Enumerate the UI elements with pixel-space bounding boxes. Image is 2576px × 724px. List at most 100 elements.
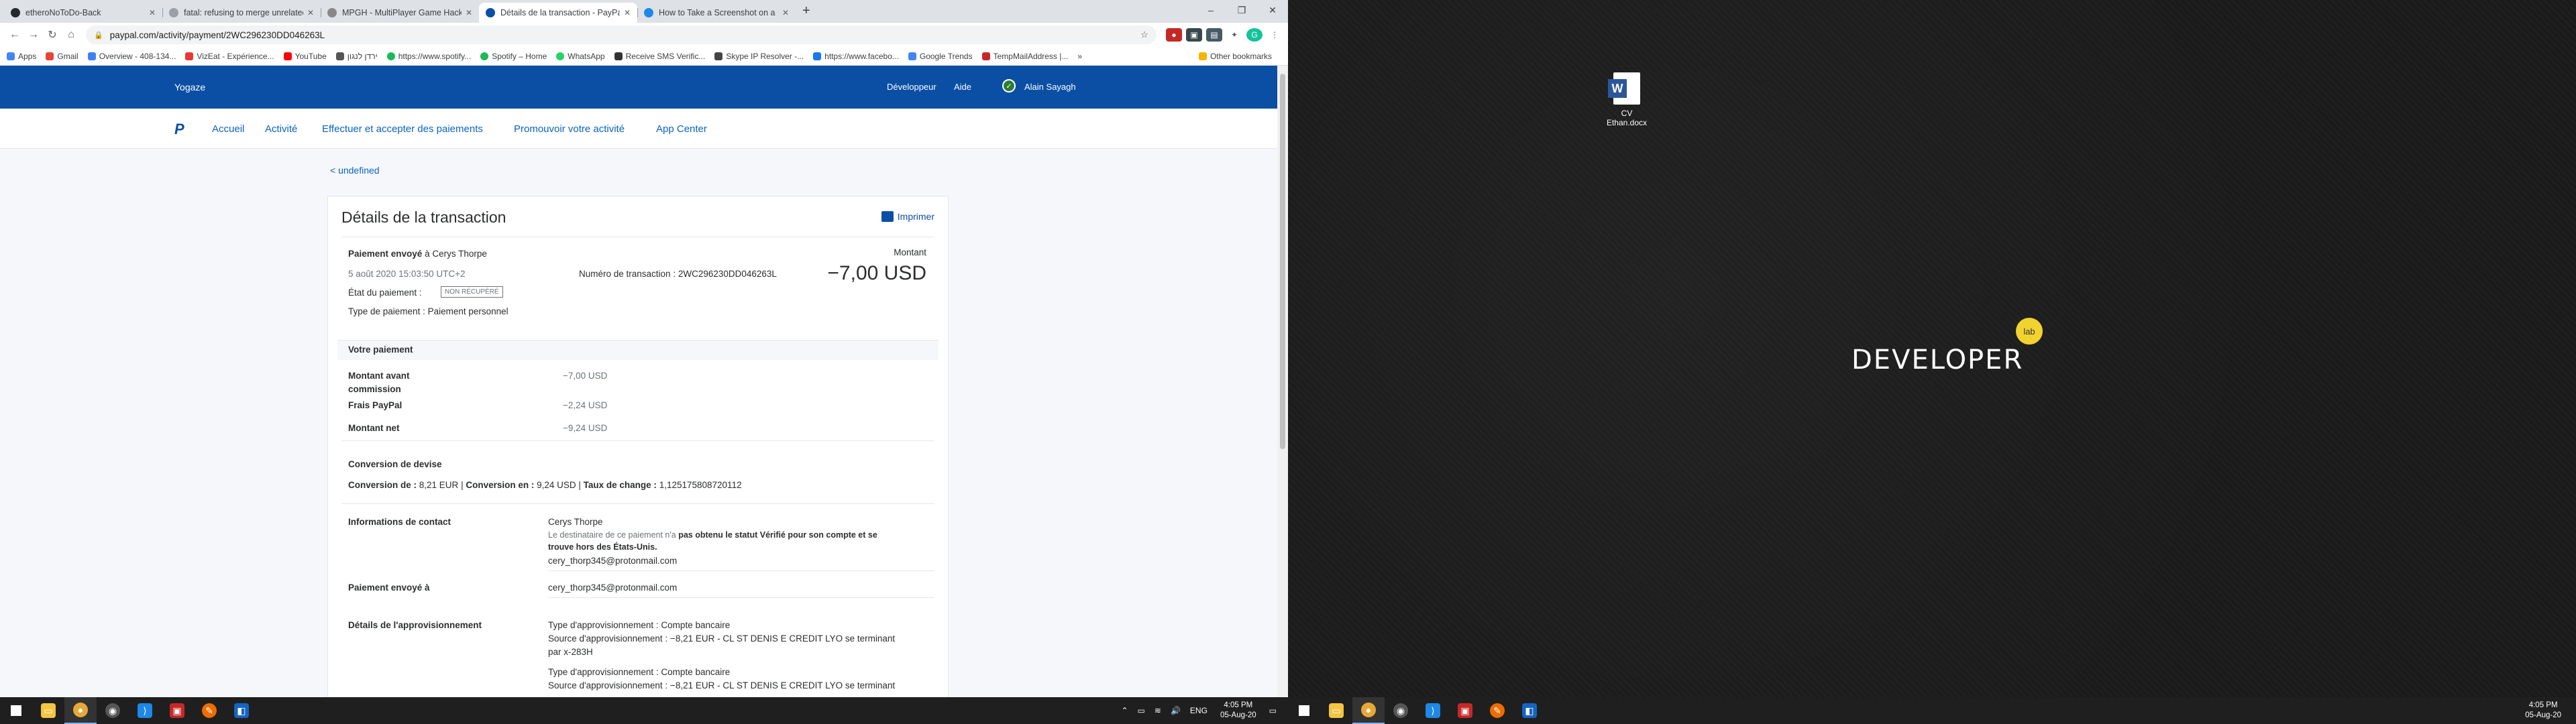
business-name: Yogaze	[174, 82, 206, 93]
forward-icon[interactable]: →	[24, 25, 43, 44]
bookmark-label: Gmail	[57, 51, 78, 61]
bookmark-item[interactable]: WhatsApp	[556, 52, 605, 61]
bookmark-item[interactable]: Skype IP Resolver -...	[714, 52, 804, 61]
puzzle-icon[interactable]: ✦	[1226, 28, 1242, 42]
start-button[interactable]	[1288, 697, 1320, 724]
bookmark-item[interactable]: https://www.spotify...	[386, 52, 471, 61]
fee-row-value: −9,24 USD	[563, 423, 608, 433]
chevron-up-icon[interactable]: ⌃	[1122, 706, 1128, 715]
nav-accueil[interactable]: Accueil	[212, 123, 244, 135]
tab-title: Détails de la transaction - PayPal	[500, 8, 620, 17]
bookmark-item[interactable]: VizEat - Expérience...	[185, 52, 274, 61]
back-link[interactable]: < undefined	[330, 165, 380, 176]
close-icon[interactable]: ✕	[307, 8, 314, 17]
taskbar-app[interactable]: ⟩	[129, 697, 161, 724]
facebook-icon	[813, 52, 822, 60]
contact-email: cery_thorp345@protonmail.com	[548, 556, 678, 566]
taskbar-app[interactable]: ◉	[1385, 697, 1417, 724]
close-icon[interactable]: ✕	[149, 8, 156, 17]
desktop-file[interactable]: W CV Ethan.docx	[1597, 72, 1657, 127]
divider	[341, 440, 934, 441]
taskbar-app[interactable]: ▣	[161, 697, 193, 724]
maximize-icon[interactable]: ❐	[1226, 0, 1257, 20]
date: 05-Aug-20	[2525, 711, 2561, 719]
language-indicator[interactable]: ENG	[1190, 706, 1208, 715]
nav-paiements[interactable]: Effectuer et accepter des paiements	[322, 123, 483, 135]
taskbar-app[interactable]: ◧	[225, 697, 258, 724]
browser-tab-active[interactable]: Détails de la transaction - PayPal ✕	[479, 3, 637, 23]
network-icon[interactable]: ▭	[1138, 706, 1145, 715]
funding-heading: Détails de l'approvisionnement	[348, 620, 482, 630]
contact-name: Cerys Thorpe	[548, 517, 603, 527]
bookmark-item[interactable]: Receive SMS Verific...	[614, 52, 705, 61]
grammarly-icon[interactable]: G	[1246, 28, 1263, 42]
developer-link[interactable]: Développeur	[887, 82, 936, 92]
back-icon[interactable]: ←	[5, 25, 24, 44]
close-icon[interactable]: ✕	[782, 8, 789, 17]
other-bookmarks[interactable]: Other bookmarks	[1198, 52, 1279, 61]
nav-promouvoir[interactable]: Promouvoir votre activité	[514, 123, 625, 135]
bookmark-item[interactable]: Spotify – Home	[480, 52, 547, 61]
scrollbar[interactable]	[1277, 66, 1288, 697]
site-icon	[614, 52, 623, 60]
wifi-icon[interactable]: ≋	[1155, 706, 1161, 715]
taskbar-app[interactable]: ▭	[32, 697, 64, 724]
bookmark-item[interactable]: Gmail	[46, 52, 78, 61]
close-icon[interactable]: ✕	[466, 8, 472, 17]
browser-tab[interactable]: fatal: refusing to merge unrelated ✕	[162, 3, 321, 23]
scrollbar-thumb[interactable]	[1280, 74, 1285, 449]
taskbar-app[interactable]: ⟩	[1417, 697, 1449, 724]
new-tab-button[interactable]: +	[796, 3, 817, 23]
wallpaper-logo-badge: lab	[2016, 318, 2043, 345]
browser-tab[interactable]: MPGH - MultiPlayer Game Hacking ✕	[321, 3, 479, 23]
browser-tab[interactable]: etheroNoToDo-Back ✕	[4, 3, 162, 23]
start-button[interactable]	[0, 697, 32, 724]
bookmark-item[interactable]: https://www.facebo...	[813, 52, 899, 61]
address-bar[interactable]: 🔒 paypal.com/activity/payment/2WC296230D…	[86, 25, 1157, 44]
paypal-logo-icon[interactable]: P	[174, 121, 188, 137]
file-label: CV	[1621, 109, 1633, 118]
home-icon[interactable]: ⌂	[62, 25, 80, 44]
taskbar-app[interactable]: ▭	[1320, 697, 1352, 724]
notification-icon[interactable]: ▭	[1269, 706, 1277, 715]
bookmark-label: ירדן לנגון	[347, 51, 378, 61]
bookmark-overflow-icon[interactable]: »	[1077, 52, 1082, 61]
browser-tab[interactable]: How to Take a Screenshot on a ✕	[637, 3, 796, 23]
clock[interactable]: 4:05 PM 05-Aug-20	[1220, 701, 1256, 721]
menu-icon[interactable]: ⋮	[1267, 28, 1283, 42]
extension-icon[interactable]: ▤	[1206, 28, 1222, 42]
your-payment-heading: Votre paiement	[348, 345, 413, 355]
reload-icon[interactable]: ↻	[43, 25, 62, 44]
nav-app-center[interactable]: App Center	[656, 123, 707, 135]
taskbar-app[interactable]: ✎	[193, 697, 225, 724]
bookmark-item[interactable]: TempMailAddress |...	[981, 52, 1068, 61]
taskbar-app[interactable]: ✎	[1481, 697, 1513, 724]
bookmark-star-icon[interactable]: ☆	[1140, 29, 1148, 40]
close-icon[interactable]: ✕	[624, 8, 631, 17]
app-icon: ▣	[170, 703, 184, 718]
close-window-icon[interactable]: ✕	[1257, 0, 1288, 20]
browser-toolbar: ← → ↻ ⌂ 🔒 paypal.com/activity/payment/2W…	[0, 23, 1288, 47]
extension-icon[interactable]: ▣	[1186, 28, 1202, 42]
taskbar-app[interactable]: ◉	[97, 697, 129, 724]
minimize-icon[interactable]: –	[1195, 0, 1226, 20]
taskbar-app[interactable]: ●	[1352, 697, 1385, 724]
print-button[interactable]: Imprimer	[881, 211, 934, 222]
nav-activite[interactable]: Activité	[265, 123, 297, 135]
bookmark-item[interactable]: ירדן לנגון	[335, 51, 378, 61]
taskbar-app[interactable]: ◧	[1513, 697, 1546, 724]
adblock-icon[interactable]: ●	[1166, 28, 1182, 42]
clock[interactable]: 4:05 PM 05-Aug-20	[2525, 701, 2561, 721]
contact-heading: Informations de contact	[348, 517, 451, 527]
bookmark-item[interactable]: YouTube	[283, 52, 327, 61]
bookmark-item[interactable]: Apps	[7, 52, 36, 61]
bookmark-item[interactable]: Overview - 408-134...	[87, 52, 176, 61]
transaction-card: Détails de la transaction Imprimer Paiem…	[327, 196, 949, 705]
volume-icon[interactable]: 🔊	[1171, 706, 1181, 715]
taskbar-app[interactable]: ▣	[1449, 697, 1481, 724]
help-link[interactable]: Aide	[954, 82, 971, 92]
user-menu[interactable]: Alain Sayagh	[1024, 82, 1076, 92]
github-icon	[11, 8, 20, 17]
bookmark-item[interactable]: Google Trends	[908, 52, 973, 61]
taskbar-app[interactable]: ●	[64, 697, 97, 724]
